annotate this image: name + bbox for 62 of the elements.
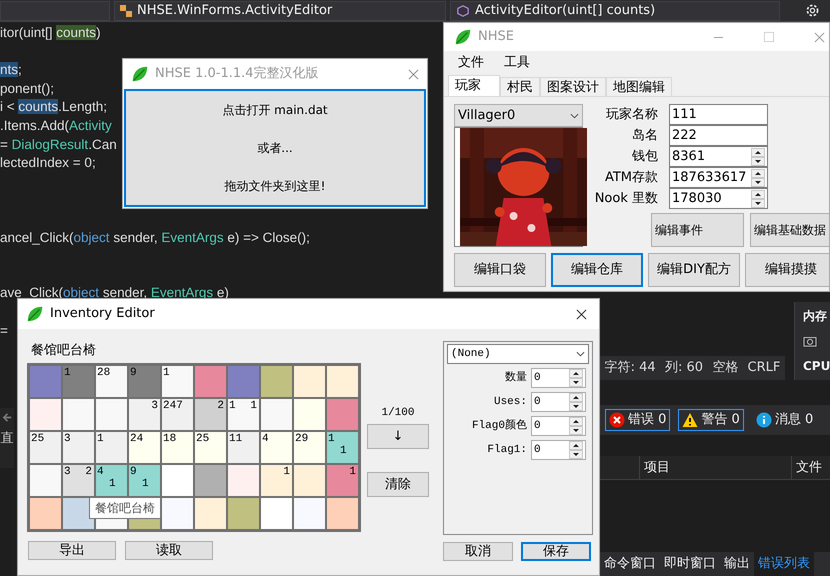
field-label: 钱包 <box>631 148 659 166</box>
instruction-text: 点击打开 main.dat <box>222 102 328 119</box>
slot-count: 9 <box>130 466 137 478</box>
code-line: ponent(); <box>0 80 54 98</box>
slot-count: 18 <box>163 433 176 445</box>
slot-count: 24 <box>130 433 144 445</box>
tooltip: 餐馆吧台椅 <box>89 497 161 519</box>
panel-label: CPU <box>803 358 830 375</box>
slot-count: 3 <box>64 433 71 445</box>
field-label: 岛名 <box>631 126 659 145</box>
property-label: Flag1: <box>486 442 528 458</box>
instruction-text: 或者... <box>257 140 293 157</box>
slot-count: 2 <box>85 466 92 478</box>
code-line: = DialogResult.Can <box>0 136 117 154</box>
code-line: itor(uint[] counts) <box>0 24 101 42</box>
code-line: nts; <box>0 61 22 80</box>
field-label: Nook 里数 <box>594 190 659 208</box>
code-line: lectedIndex = 0; <box>0 154 96 172</box>
page-indicator: 1/100 <box>381 406 414 419</box>
field-label: ATM存款 <box>604 168 659 187</box>
status-item: 字符: 44 <box>604 359 656 378</box>
slot-count: 2 <box>217 400 224 412</box>
status-item: 列: 60 <box>664 359 703 378</box>
property-label: 数量 <box>504 370 528 386</box>
instruction-text: 拖动文件夹到这里! <box>224 178 326 195</box>
slot-count: 9 <box>130 367 137 379</box>
slot-count: 1 <box>142 478 149 490</box>
slot-count: 4 <box>262 433 269 445</box>
window-title: Inventory Editor <box>50 305 155 324</box>
slot-count: 29 <box>295 433 308 445</box>
status-item: CRLF <box>748 359 780 378</box>
slot-count: 1 <box>250 400 257 412</box>
slot-count: 25 <box>196 433 210 445</box>
slot-count: 1 <box>109 478 116 490</box>
status-item: 空格 <box>712 359 738 378</box>
slot-count: 1 <box>328 433 335 445</box>
slot-count: 1 <box>163 367 170 379</box>
property-label: Flag0颜色 <box>470 418 528 434</box>
window-title: NHSE 1.0-1.1.4完整汉化版 <box>155 65 319 84</box>
code-line: i < counts.Length; <box>0 98 107 116</box>
code-line: ancel_Click(object sender, EventArgs e) => Close(); <box>0 228 310 247</box>
column-fragment: 直 <box>0 430 14 448</box>
property-label: Uses: <box>492 394 528 410</box>
slot-count: 1 <box>97 433 104 445</box>
field-label: 玩家名称 <box>605 106 659 124</box>
slot-count: 11 <box>229 433 242 445</box>
item-name: 餐馆吧台椅 <box>30 342 97 360</box>
code-line: = <box>0 322 8 340</box>
slot-count: 25 <box>31 433 44 445</box>
slot-count: 247 <box>163 400 183 412</box>
slot-count: 1 <box>349 466 356 478</box>
slot-count: 4 <box>97 466 104 478</box>
slot-count: 1 <box>340 445 347 457</box>
code-line: .Items.Add(Activity <box>0 116 112 135</box>
slot-count: 1 <box>283 466 290 478</box>
slot-count: 3 <box>151 400 158 412</box>
slot-count: 3 <box>64 466 71 478</box>
slot-count: 1 <box>229 400 236 412</box>
slot-count: 28 <box>97 367 110 379</box>
slot-count: 1 <box>64 367 71 379</box>
window-title: NHSE <box>478 28 514 46</box>
panel-label: 内存 <box>803 308 827 325</box>
